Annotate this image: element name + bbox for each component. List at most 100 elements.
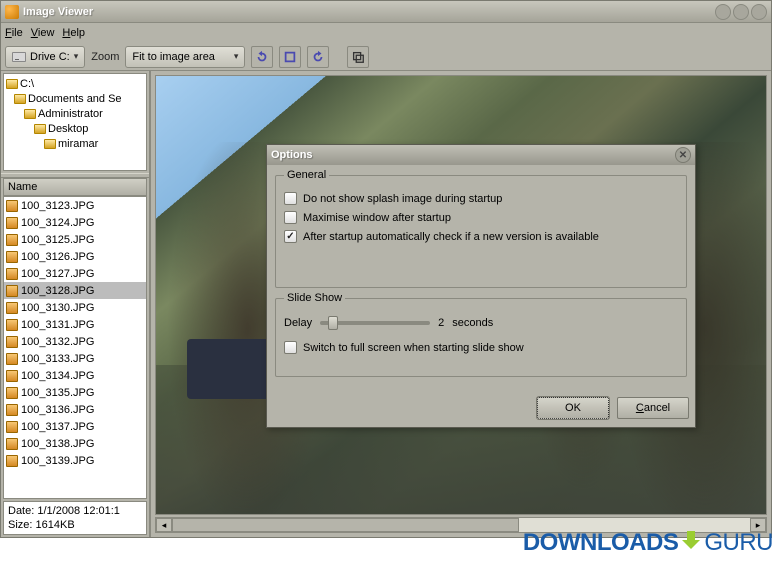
file-name: 100_3135.JPG bbox=[21, 387, 94, 399]
image-file-icon bbox=[6, 268, 18, 280]
file-name: 100_3136.JPG bbox=[21, 404, 94, 416]
file-list-header[interactable]: Name bbox=[3, 178, 147, 196]
ok-button[interactable]: OK bbox=[537, 397, 609, 419]
file-row[interactable]: 100_3123.JPG bbox=[4, 197, 146, 214]
menu-view[interactable]: View bbox=[31, 27, 55, 39]
drive-selector[interactable]: Drive C: ▾ bbox=[5, 46, 85, 68]
menu-file[interactable]: File bbox=[5, 27, 23, 39]
chevron-down-icon: ▾ bbox=[234, 51, 239, 62]
image-file-icon bbox=[6, 302, 18, 314]
slider-thumb[interactable] bbox=[328, 316, 338, 330]
tree-item[interactable]: Administrator bbox=[6, 106, 144, 121]
maximise-checkbox[interactable] bbox=[284, 211, 297, 224]
image-file-icon bbox=[6, 421, 18, 433]
file-row[interactable]: 100_3135.JPG bbox=[4, 384, 146, 401]
close-button[interactable] bbox=[751, 4, 767, 20]
folder-icon bbox=[24, 109, 36, 119]
toolbar: Drive C: ▾ Zoom Fit to image area ▾ bbox=[1, 43, 771, 71]
scroll-left-arrow[interactable]: ◂ bbox=[156, 518, 172, 532]
sidebar: C:\ Documents and Se Administrator Deskt… bbox=[1, 71, 151, 537]
zoom-label: Zoom bbox=[91, 51, 119, 63]
status-pane: Date: 1/1/2008 12:01:1 Size: 1614KB bbox=[3, 501, 147, 535]
folder-icon bbox=[44, 139, 56, 149]
zoom-value: Fit to image area bbox=[132, 51, 215, 63]
file-name: 100_3127.JPG bbox=[21, 268, 94, 280]
image-file-icon bbox=[6, 217, 18, 229]
file-row[interactable]: 100_3130.JPG bbox=[4, 299, 146, 316]
file-name: 100_3137.JPG bbox=[21, 421, 94, 433]
delay-slider[interactable] bbox=[320, 321, 430, 325]
file-row[interactable]: 100_3131.JPG bbox=[4, 316, 146, 333]
delay-value: 2 bbox=[438, 317, 444, 329]
file-row[interactable]: 100_3133.JPG bbox=[4, 350, 146, 367]
general-group: General Do not show splash image during … bbox=[275, 175, 687, 288]
file-name: 100_3123.JPG bbox=[21, 200, 94, 212]
status-date: Date: 1/1/2008 12:01:1 bbox=[8, 504, 142, 518]
folder-icon bbox=[34, 124, 46, 134]
file-name: 100_3130.JPG bbox=[21, 302, 94, 314]
file-name: 100_3124.JPG bbox=[21, 217, 94, 229]
main-window: Image Viewer File View Help Drive C: ▾ Z… bbox=[0, 0, 772, 538]
dialog-titlebar[interactable]: Options ✕ bbox=[267, 145, 695, 165]
cancel-button[interactable]: Cancel bbox=[617, 397, 689, 419]
menu-help[interactable]: Help bbox=[62, 27, 85, 39]
fullscreen-checkbox[interactable] bbox=[284, 341, 297, 354]
folder-icon bbox=[14, 94, 26, 104]
splash-label: Do not show splash image during startup bbox=[303, 193, 502, 205]
file-row[interactable]: 100_3139.JPG bbox=[4, 452, 146, 469]
image-file-icon bbox=[6, 336, 18, 348]
titlebar[interactable]: Image Viewer bbox=[1, 1, 771, 23]
copy-button[interactable] bbox=[347, 46, 369, 68]
app-icon bbox=[5, 5, 19, 19]
file-row[interactable]: 100_3126.JPG bbox=[4, 248, 146, 265]
file-name: 100_3139.JPG bbox=[21, 455, 94, 467]
download-icon bbox=[680, 531, 702, 553]
fullscreen-label: Switch to full screen when starting slid… bbox=[303, 342, 524, 354]
file-name: 100_3128.JPG bbox=[21, 285, 94, 297]
update-check-checkbox[interactable] bbox=[284, 230, 297, 243]
slideshow-group: Slide Show Delay 2 seconds Switch to ful… bbox=[275, 298, 687, 377]
dialog-close-button[interactable]: ✕ bbox=[675, 147, 691, 163]
maximize-button[interactable] bbox=[733, 4, 749, 20]
splash-checkbox[interactable] bbox=[284, 192, 297, 205]
tree-item[interactable]: C:\ bbox=[6, 76, 144, 91]
tree-item[interactable]: Desktop bbox=[6, 121, 144, 136]
file-name: 100_3126.JPG bbox=[21, 251, 94, 263]
menubar: File View Help bbox=[1, 23, 771, 43]
dialog-title: Options bbox=[271, 149, 675, 161]
file-row[interactable]: 100_3134.JPG bbox=[4, 367, 146, 384]
zoom-selector[interactable]: Fit to image area ▾ bbox=[125, 46, 245, 68]
file-name: 100_3138.JPG bbox=[21, 438, 94, 450]
tree-item-selected[interactable]: miramar bbox=[6, 136, 144, 151]
file-row[interactable]: 100_3124.JPG bbox=[4, 214, 146, 231]
rotate-right-button[interactable] bbox=[307, 46, 329, 68]
window-title: Image Viewer bbox=[23, 6, 715, 18]
image-file-icon bbox=[6, 438, 18, 450]
file-list[interactable]: 100_3123.JPG 100_3124.JPG 100_3125.JPG 100_… bbox=[3, 196, 147, 499]
file-row[interactable]: 100_3138.JPG bbox=[4, 435, 146, 452]
drive-label: Drive C: bbox=[30, 51, 70, 63]
update-check-label: After startup automatically check if a n… bbox=[303, 231, 599, 243]
minimize-button[interactable] bbox=[715, 4, 731, 20]
file-row[interactable]: 100_3132.JPG bbox=[4, 333, 146, 350]
scrollbar-thumb[interactable] bbox=[172, 518, 519, 532]
general-legend: General bbox=[284, 169, 329, 181]
image-file-icon bbox=[6, 455, 18, 467]
image-file-icon bbox=[6, 404, 18, 416]
image-file-icon bbox=[6, 387, 18, 399]
file-row[interactable]: 100_3127.JPG bbox=[4, 265, 146, 282]
file-name: 100_3133.JPG bbox=[21, 353, 94, 365]
file-row[interactable]: 100_3136.JPG bbox=[4, 401, 146, 418]
file-row[interactable]: 100_3128.JPG bbox=[4, 282, 146, 299]
slideshow-legend: Slide Show bbox=[284, 292, 345, 304]
file-row[interactable]: 100_3125.JPG bbox=[4, 231, 146, 248]
file-row[interactable]: 100_3137.JPG bbox=[4, 418, 146, 435]
drive-icon bbox=[12, 52, 26, 62]
folder-icon bbox=[6, 79, 18, 89]
fit-button[interactable] bbox=[279, 46, 301, 68]
tree-item[interactable]: Documents and Se bbox=[6, 91, 144, 106]
rotate-left-button[interactable] bbox=[251, 46, 273, 68]
folder-tree[interactable]: C:\ Documents and Se Administrator Deskt… bbox=[3, 73, 147, 171]
file-name: 100_3134.JPG bbox=[21, 370, 94, 382]
image-file-icon bbox=[6, 200, 18, 212]
